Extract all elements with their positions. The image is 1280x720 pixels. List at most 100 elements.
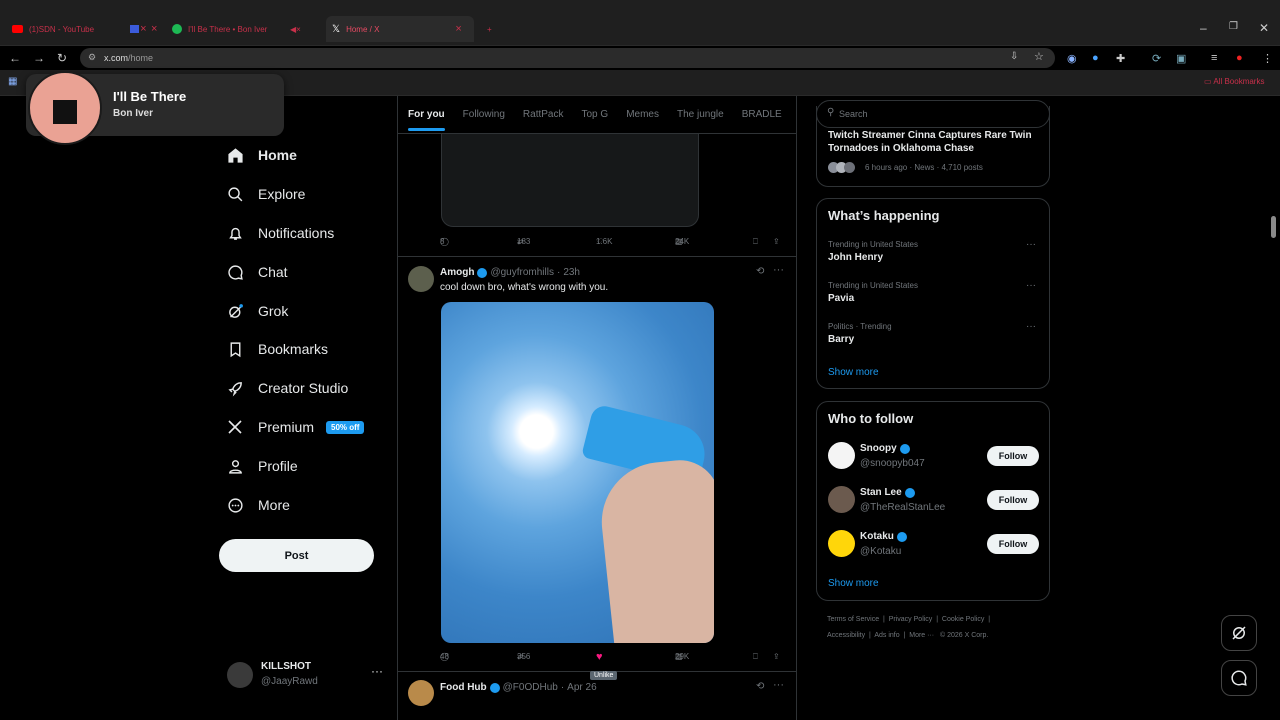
- tab-following[interactable]: Following: [463, 109, 505, 120]
- extension-blue-icon[interactable]: ●: [1092, 52, 1099, 64]
- more-dots-icon[interactable]: ···: [773, 264, 784, 276]
- grok-icon[interactable]: ⟲: [756, 266, 764, 277]
- nav-notifications[interactable]: Notifications: [226, 224, 334, 242]
- more-link[interactable]: More ···: [909, 632, 934, 639]
- nav-bookmarks[interactable]: Bookmarks: [226, 340, 328, 358]
- follow-suggestion[interactable]: Snoopy @snoopyb047 Follow: [817, 440, 1049, 476]
- search-input[interactable]: ⚲ Search: [816, 100, 1050, 128]
- tweet-handle[interactable]: @guyfromhills: [490, 267, 554, 278]
- bookmark-icon[interactable]: ⎕: [753, 652, 758, 662]
- ads-info-link[interactable]: Ads info: [874, 632, 899, 639]
- browser-tab-bar: (1)SDN - YouTube × × I'll Be There • Bon…: [0, 0, 1280, 46]
- feed-tab-list: For you Following RattPack Top G Memes T…: [398, 96, 796, 134]
- more-dots-icon[interactable]: ···: [1026, 280, 1036, 291]
- tweet-handle[interactable]: @F0ODHub: [503, 682, 558, 693]
- follow-button[interactable]: Follow: [987, 534, 1039, 554]
- trend-context: Politics · Trending: [828, 322, 892, 331]
- trend-item[interactable]: Politics · Trending Barry ···: [817, 319, 1049, 355]
- tweet-time[interactable]: 23h: [563, 267, 580, 278]
- page-scrollbar-thumb[interactable]: [1271, 216, 1276, 238]
- previous-tweet-media[interactable]: [441, 126, 699, 227]
- avatar[interactable]: [408, 680, 434, 706]
- more-dots-icon[interactable]: ···: [1026, 321, 1036, 332]
- accessibility-link[interactable]: Accessibility: [827, 632, 865, 639]
- tweet-image[interactable]: [441, 302, 714, 643]
- follow-suggestion[interactable]: Stan Lee @TheRealStanLee Follow: [817, 484, 1049, 520]
- now-playing-widget[interactable]: I'll Be There Bon Iver: [26, 71, 284, 145]
- stop-icon[interactable]: [53, 100, 77, 124]
- tab-top-g[interactable]: Top G: [582, 109, 609, 120]
- nav-home[interactable]: Home: [226, 146, 297, 164]
- close-tab-icon[interactable]: ×: [151, 23, 157, 35]
- extension-sync-icon[interactable]: ⟳: [1152, 52, 1161, 65]
- verified-badge-icon: [489, 682, 500, 693]
- tab-muted[interactable]: ◀×: [290, 18, 318, 40]
- star-icon[interactable]: ☆: [1034, 50, 1044, 63]
- tab-rattpack[interactable]: RattPack: [523, 109, 564, 120]
- chat-floating-button[interactable]: [1221, 660, 1257, 696]
- address-host: x.com: [104, 53, 129, 63]
- nav-chat[interactable]: Chat: [226, 263, 288, 281]
- grok-floating-button[interactable]: [1221, 615, 1257, 651]
- tweet-author[interactable]: Food Hub: [440, 682, 487, 693]
- follow-button[interactable]: Follow: [987, 446, 1039, 466]
- restore-icon[interactable]: ❐: [1229, 21, 1238, 32]
- site-info-icon[interactable]: ⚙: [88, 52, 96, 63]
- all-bookmarks[interactable]: ▭ All Bookmarks: [1204, 77, 1264, 86]
- trend-context: Trending in United States: [828, 240, 918, 249]
- nav-grok[interactable]: Grok: [226, 302, 288, 320]
- grok-icon[interactable]: ⟲: [756, 681, 764, 692]
- back-icon[interactable]: ←: [9, 51, 21, 65]
- address-bar[interactable]: ⚙ x.com/home ⇩ ☆: [80, 48, 1055, 68]
- more-dots-icon[interactable]: ···: [371, 664, 383, 678]
- nav-label: Explore: [258, 186, 306, 202]
- post-button[interactable]: Post: [219, 539, 374, 572]
- tweet-time[interactable]: Apr 26: [567, 682, 596, 693]
- more-dots-icon[interactable]: ···: [773, 679, 784, 691]
- tab-x-home[interactable]: 𝕏 Home / X ×: [326, 16, 474, 42]
- verified-badge-icon: [477, 267, 488, 278]
- bookmark-icon[interactable]: ⎕: [753, 237, 758, 247]
- avatar[interactable]: [408, 266, 434, 292]
- show-more-link[interactable]: Show more: [828, 578, 879, 589]
- nav-premium[interactable]: Premium 50% off: [226, 418, 365, 436]
- more-dots-icon[interactable]: ···: [1026, 239, 1036, 250]
- share-icon[interactable]: ⇪: [773, 652, 780, 661]
- extensions-puzzle-icon[interactable]: ✚: [1116, 52, 1125, 65]
- profile-avatar-icon[interactable]: ●: [1236, 52, 1243, 64]
- tab-bradle[interactable]: BRADLE: [742, 109, 782, 120]
- trend-item[interactable]: Trending in United States Pavia ···: [817, 278, 1049, 314]
- extension-screen-icon[interactable]: ▣: [1176, 52, 1186, 65]
- apps-grid-icon[interactable]: ▦: [8, 76, 17, 87]
- minimize-icon[interactable]: –: [1200, 21, 1207, 35]
- reload-icon[interactable]: ↻: [57, 51, 67, 65]
- account-switcher[interactable]: KILLSHOT @JaayRawd ···: [227, 660, 387, 690]
- nav-explore[interactable]: Explore: [226, 185, 305, 203]
- media-control-icon[interactable]: ≡: [1211, 52, 1217, 64]
- tab-generic[interactable]: ×: [130, 18, 160, 40]
- trend-item[interactable]: Trending in United States John Henry ···: [817, 237, 1049, 273]
- follow-suggestion[interactable]: Kotaku @Kotaku Follow: [817, 528, 1049, 564]
- share-icon[interactable]: ⇪: [773, 237, 780, 246]
- terms-link[interactable]: Terms of Service: [827, 616, 879, 623]
- tweet-author[interactable]: Amogh: [440, 267, 474, 278]
- tab-the-jungle[interactable]: The jungle: [677, 109, 724, 120]
- nav-creator-studio[interactable]: Creator Studio: [226, 379, 348, 397]
- nav-profile[interactable]: Profile: [226, 457, 298, 475]
- menu-dots-icon[interactable]: ⋮: [1262, 52, 1273, 65]
- extension-audio-icon[interactable]: ◉: [1067, 52, 1077, 65]
- tab-for-you[interactable]: For you: [408, 109, 445, 131]
- install-app-icon[interactable]: ⇩: [1010, 51, 1018, 62]
- forward-icon[interactable]: →: [33, 51, 45, 65]
- tab-memes[interactable]: Memes: [626, 109, 659, 120]
- tab-spotify[interactable]: I'll Be There • Bon Iver: [172, 18, 287, 40]
- privacy-link[interactable]: Privacy Policy: [889, 616, 933, 623]
- nav-more[interactable]: More: [226, 496, 290, 514]
- new-tab-button[interactable]: +: [487, 18, 492, 40]
- show-more-link[interactable]: Show more: [828, 367, 879, 378]
- follow-button[interactable]: Follow: [987, 490, 1039, 510]
- follow-handle: @snoopyb047: [860, 458, 925, 469]
- cookie-link[interactable]: Cookie Policy: [942, 616, 984, 623]
- close-window-icon[interactable]: ✕: [1259, 21, 1269, 35]
- close-tab-icon[interactable]: ×: [455, 23, 461, 35]
